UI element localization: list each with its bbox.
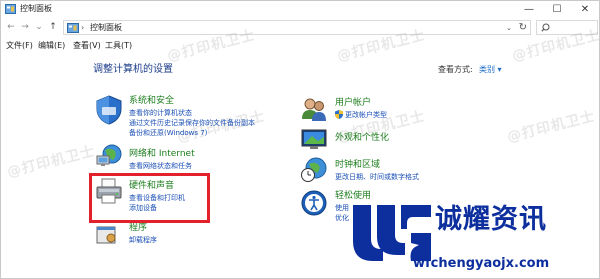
- search-icon: [541, 23, 550, 32]
- address-field[interactable]: › 控制面板 ⌄ ↻: [63, 20, 531, 35]
- page-title: 调整计算机的设置: [93, 64, 173, 75]
- back-arrow-icon: ←: [7, 22, 15, 32]
- back-button[interactable]: ←: [5, 21, 17, 33]
- shield-icon[interactable]: [95, 95, 123, 125]
- title-bar: 控制面板 — ☐ ✕: [1, 1, 599, 17]
- watermark: @打印机卫士: [505, 108, 597, 146]
- view-by-dropdown[interactable]: 类别 ▾: [479, 64, 502, 76]
- forward-button[interactable]: →: [19, 21, 31, 33]
- users-icon[interactable]: [300, 97, 328, 123]
- breadcrumb[interactable]: 控制面板: [90, 22, 122, 34]
- brand-logo: [353, 205, 431, 261]
- link-change-account-type[interactable]: 更改帐户类型: [345, 110, 387, 120]
- ease-of-access-icon[interactable]: [300, 189, 328, 217]
- highlight-box: [89, 173, 210, 223]
- network-globe-icon[interactable]: [95, 144, 123, 168]
- watermark: @打印机卫士: [5, 143, 97, 181]
- chevron-down-icon: ⌄: [35, 22, 43, 32]
- breadcrumb-separator: ›: [81, 23, 85, 32]
- up-button[interactable]: ↑: [47, 21, 59, 33]
- close-icon: ✕: [580, 3, 590, 15]
- link-ease-use[interactable]: 使用: [335, 203, 349, 213]
- appearance-icon[interactable]: [300, 128, 328, 152]
- minimize-button[interactable]: —: [515, 1, 543, 17]
- menu-edit[interactable]: 编辑(E): [38, 40, 65, 51]
- recent-locations-button[interactable]: ⌄: [33, 21, 45, 33]
- uac-shield-icon: [335, 110, 343, 119]
- category-title-clock-region[interactable]: 时钟和区域: [335, 159, 380, 171]
- brand-url: wfchengyaojx.com: [413, 256, 550, 271]
- link-view-computer-status[interactable]: 查看你的计算机状态: [129, 108, 192, 118]
- category-title-programs[interactable]: 程序: [129, 222, 147, 234]
- menu-file[interactable]: 文件(F): [6, 40, 33, 51]
- address-bar-row: ← → ⌄ ↑ › 控制面板 ⌄ ↻: [1, 18, 599, 36]
- link-backup-restore[interactable]: 备份和还原(Windows 7): [129, 128, 207, 138]
- menu-tools[interactable]: 工具(T): [105, 40, 132, 51]
- clock-globe-icon[interactable]: [300, 157, 328, 183]
- link-ease-optimize[interactable]: 优化: [335, 213, 349, 223]
- control-panel-icon: [67, 23, 79, 33]
- link-change-date-time-format[interactable]: 更改日期、时间或数字格式: [335, 172, 419, 182]
- close-button[interactable]: ✕: [571, 1, 599, 17]
- category-title-appearance[interactable]: 外观和个性化: [335, 132, 389, 144]
- up-arrow-icon: ↑: [49, 22, 57, 32]
- window-title: 控制面板: [20, 4, 52, 13]
- link-view-network-status[interactable]: 查看网络状态和任务: [129, 161, 192, 171]
- link-file-history-backup[interactable]: 通过文件历史记录保存你的文件备份副本: [129, 118, 255, 128]
- maximize-icon: ☐: [552, 3, 562, 15]
- menu-view[interactable]: 查看(V): [73, 40, 101, 51]
- category-title-system-security[interactable]: 系统和安全: [129, 95, 174, 107]
- view-by-label: 查看方式:: [438, 65, 473, 74]
- control-panel-icon: [5, 4, 16, 14]
- category-title-user-accounts[interactable]: 用户帐户: [335, 97, 371, 109]
- menu-bar: 文件(F) 编辑(E) 查看(V) 工具(T): [1, 38, 599, 52]
- control-panel-window: 控制面板 — ☐ ✕ ← → ⌄ ↑ › 控制面板 ⌄ ↻ 文件(F) 编辑(E…: [0, 0, 600, 279]
- forward-arrow-icon: →: [21, 22, 29, 32]
- category-title-network-internet[interactable]: 网络和 Internet: [129, 148, 195, 160]
- programs-icon[interactable]: [95, 223, 119, 245]
- link-uninstall-program[interactable]: 卸载程序: [129, 235, 157, 245]
- maximize-button[interactable]: ☐: [543, 1, 571, 17]
- minimize-icon: —: [524, 3, 534, 15]
- address-dropdown-icon[interactable]: ⌄: [506, 22, 512, 34]
- brand-name: 诚耀资讯: [435, 204, 547, 235]
- refresh-icon[interactable]: ↻: [519, 21, 527, 34]
